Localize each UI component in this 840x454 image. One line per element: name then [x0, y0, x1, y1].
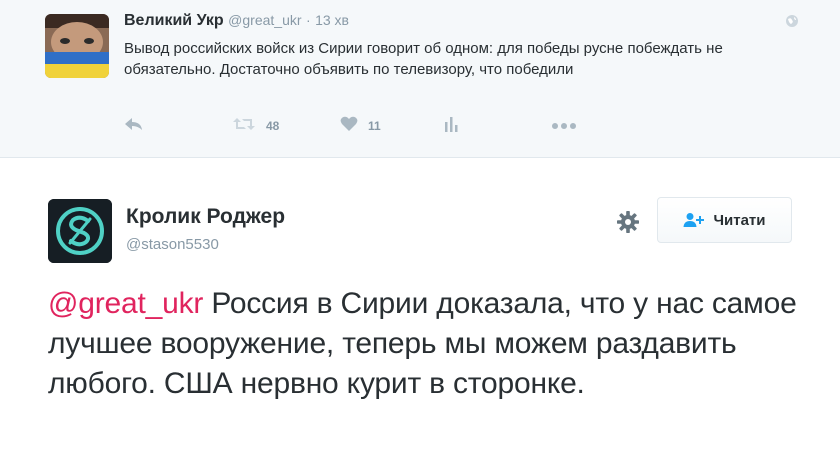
retweet-count: 48 — [266, 119, 280, 133]
like-icon — [340, 116, 358, 137]
globe-icon — [785, 14, 799, 28]
tweet-text: Вывод российских войск из Сирии говорит … — [124, 40, 723, 78]
avatar-image — [45, 14, 109, 78]
reply-button[interactable] — [124, 116, 144, 136]
reply-icon — [124, 117, 144, 136]
analytics-button[interactable] — [444, 116, 458, 136]
analytics-icon — [444, 116, 458, 137]
mention-link[interactable]: @great_ukr — [48, 287, 203, 320]
tweet-time[interactable]: 13 хв — [315, 12, 349, 28]
retweet-button[interactable]: 48 — [232, 116, 279, 136]
gear-icon[interactable] — [616, 210, 640, 234]
author-avatar[interactable] — [45, 14, 109, 78]
avatar-logo-icon — [48, 199, 112, 263]
more-button[interactable] — [551, 116, 577, 136]
tweet-header: Великий Укр @great_ukr · 13 хв — [124, 12, 349, 30]
retweet-icon — [232, 116, 256, 137]
like-count: 11 — [368, 119, 381, 133]
like-button[interactable]: 11 — [340, 116, 381, 136]
follow-person-icon — [683, 212, 705, 228]
author-handle[interactable]: @stason5530 — [126, 236, 219, 253]
quoted-tweet[interactable]: Великий Укр @great_ukr · 13 хв Вывод рос… — [0, 0, 840, 158]
tweet-text: @great_ukr Россия в Сирии доказала, что … — [48, 284, 818, 404]
separator: · — [305, 12, 311, 28]
author-name[interactable]: Великий Укр — [124, 12, 224, 29]
author-avatar[interactable] — [48, 199, 112, 263]
follow-label: Читати — [713, 211, 766, 229]
author-name[interactable]: Кролик Роджер — [126, 205, 285, 229]
author-handle[interactable]: @great_ukr — [228, 12, 301, 28]
follow-button[interactable]: Читати — [657, 197, 792, 243]
more-icon — [551, 117, 577, 135]
